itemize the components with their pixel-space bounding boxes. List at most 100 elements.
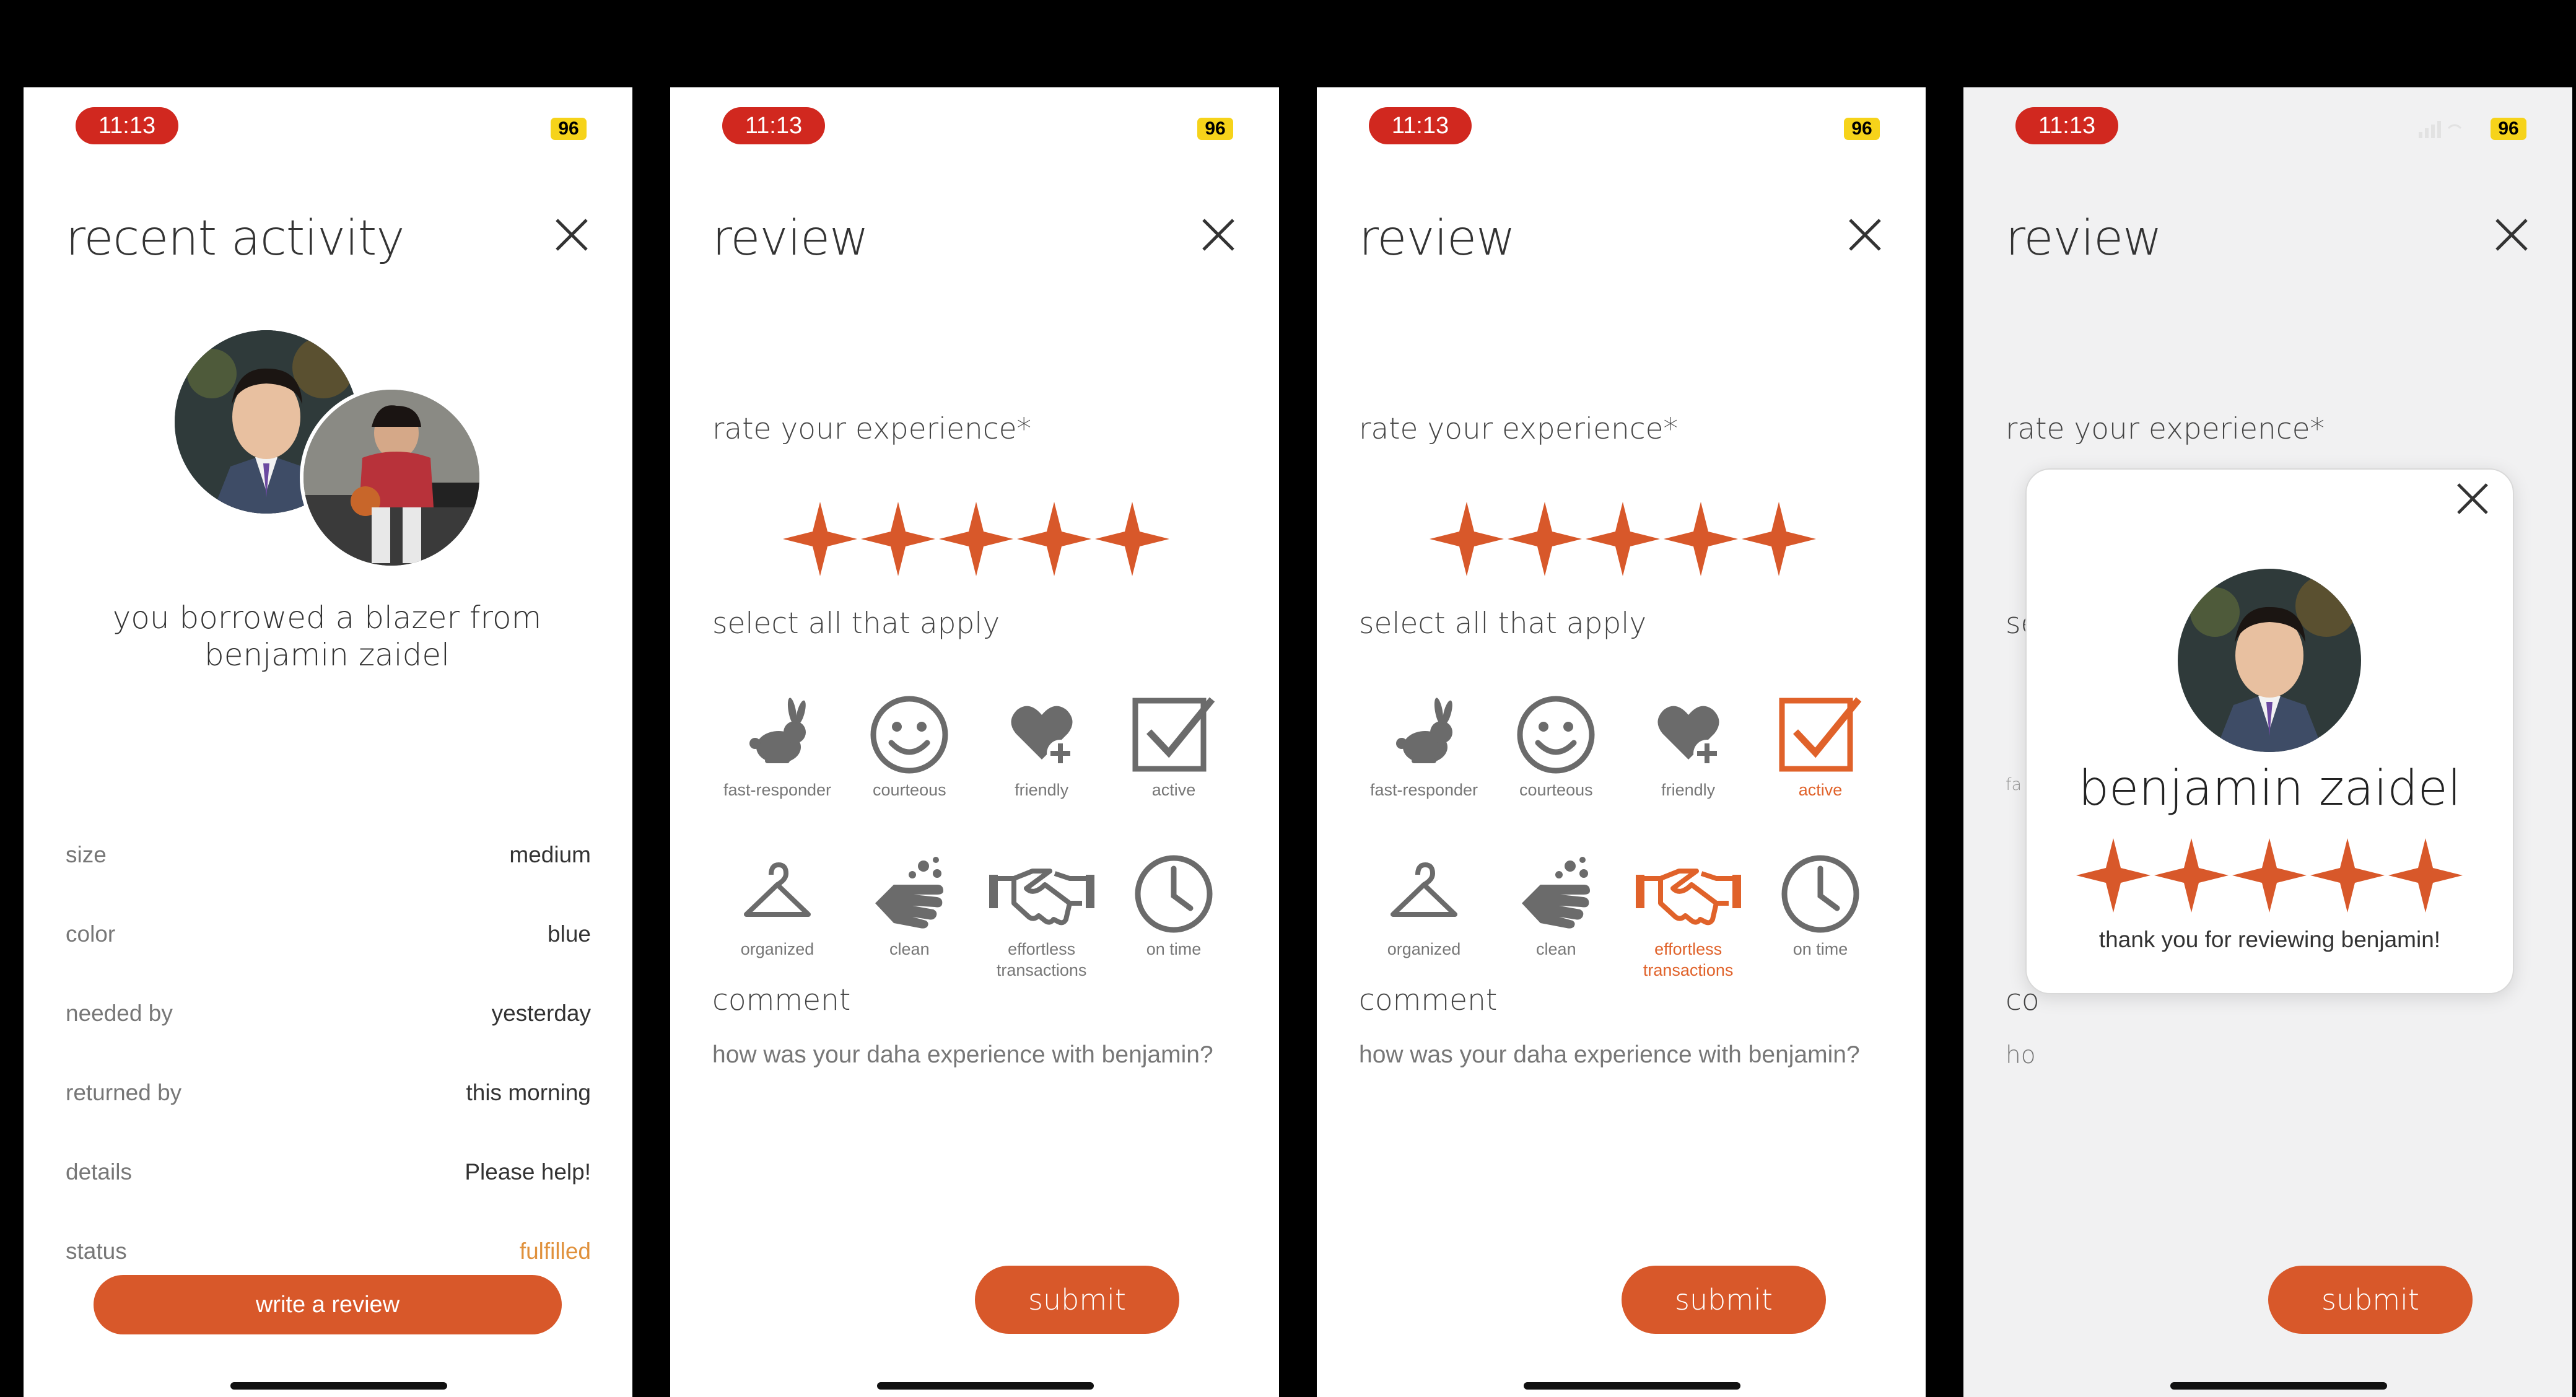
clock-icon: [1135, 855, 1213, 933]
tag-friendly[interactable]: friendly: [1623, 691, 1753, 800]
smile-icon: [870, 696, 948, 774]
home-indicator[interactable]: [877, 1382, 1094, 1390]
detail-value: this morning: [466, 1080, 591, 1105]
submit-button[interactable]: submit: [2268, 1266, 2473, 1334]
washing-hand-icon: [1522, 857, 1591, 929]
home-indicator[interactable]: [1524, 1382, 1740, 1390]
tags-row-1: fast-responder courteous friendly active: [712, 691, 1239, 800]
comment-input[interactable]: how was your daha experience with benjam…: [712, 1041, 1213, 1069]
status-time: 11:13: [76, 107, 178, 144]
battery-indicator: 96: [1844, 118, 1880, 140]
tag-label: clean: [889, 940, 930, 958]
detail-row-needed-by: needed by yesterday: [66, 1001, 591, 1027]
tag-label: on time: [1146, 940, 1202, 958]
heart-plus-icon: [1657, 706, 1721, 767]
star-icon: [1742, 502, 1816, 576]
status-badge: fulfilled: [519, 1238, 591, 1264]
star-icon: [2154, 838, 2229, 913]
page-title: review: [2006, 211, 2162, 266]
washing-hand-icon: [875, 857, 944, 929]
detail-value: yesterday: [491, 1001, 591, 1026]
detail-row-color: color blue: [66, 921, 591, 947]
close-icon[interactable]: [1201, 217, 1236, 252]
tag-organized[interactable]: organized: [1359, 851, 1489, 981]
tag-effortless-transactions[interactable]: effortless transactions: [977, 851, 1107, 981]
submit-button[interactable]: submit: [1622, 1266, 1826, 1334]
partial-label-ho: ho: [2006, 1041, 2036, 1069]
tag-label: organized: [1387, 940, 1461, 958]
select-label: select all that apply: [1359, 607, 1647, 641]
tag-label: effortless: [1654, 940, 1722, 958]
tags-row-2: organized clean effortless transactions o…: [712, 851, 1239, 981]
tag-fast-responder[interactable]: fast-responder: [1359, 691, 1489, 800]
detail-label: returned by: [66, 1080, 182, 1105]
close-icon[interactable]: [2494, 217, 2529, 252]
home-indicator[interactable]: [230, 1382, 447, 1390]
handshake-icon: [1635, 869, 1741, 926]
screen-recent-activity: 11:13 96 recent activity you borrowed a …: [24, 87, 632, 1397]
rate-label: rate your experience*: [1359, 412, 1679, 446]
partial-label-fa: fa: [2006, 775, 2022, 794]
tag-effortless-transactions-selected[interactable]: effortless transactions: [1623, 851, 1753, 981]
tags-row-1: fast-responder courteous friendly active: [1359, 691, 1885, 800]
status-time: 11:13: [2015, 107, 2118, 144]
tag-label: transactions: [996, 961, 1087, 979]
tag-on-time[interactable]: on time: [1755, 851, 1885, 981]
screen-review-confirmation: 11:13 96 review rate your experience* se…: [1963, 87, 2572, 1397]
star-icon: [2310, 838, 2385, 913]
battery-indicator: 96: [551, 118, 587, 140]
checkbox-icon: [1132, 697, 1215, 772]
heart-plus-icon: [1011, 706, 1074, 767]
star-icon: [2076, 838, 2150, 913]
detail-label: size: [66, 842, 107, 867]
reviewee-avatar: [2178, 569, 2361, 752]
home-indicator[interactable]: [2170, 1382, 2387, 1390]
detail-value: blue: [548, 921, 591, 947]
tag-friendly[interactable]: friendly: [977, 691, 1107, 800]
tag-courteous[interactable]: courteous: [1491, 691, 1621, 800]
page-title: review: [712, 211, 869, 266]
tag-fast-responder[interactable]: fast-responder: [712, 691, 842, 800]
tag-active[interactable]: active: [1109, 691, 1239, 800]
comment-input[interactable]: how was your daha experience with benjam…: [1359, 1041, 1860, 1069]
tag-label: courteous: [873, 781, 946, 799]
tag-active-selected[interactable]: active: [1755, 691, 1885, 800]
detail-label: needed by: [66, 1001, 173, 1026]
star-icon: [1664, 502, 1738, 576]
star-icon: [1095, 502, 1169, 576]
rabbit-icon: [1396, 698, 1452, 763]
star-rating[interactable]: [1428, 499, 1818, 582]
tags-row-2: organized clean effortless transactions o…: [1359, 851, 1885, 981]
submit-button[interactable]: submit: [975, 1266, 1179, 1334]
comment-label: comment: [712, 983, 851, 1017]
detail-value: Please help!: [465, 1159, 591, 1185]
screen-review-selected: 11:13 96 review rate your experience* se…: [1317, 87, 1926, 1397]
hanger-icon: [744, 862, 811, 917]
star-icon: [1586, 502, 1660, 576]
status-time: 11:13: [722, 107, 825, 144]
tag-courteous[interactable]: courteous: [844, 691, 974, 800]
review-confirmation-modal: benjamin zaidel thank you for reviewing …: [2025, 468, 2514, 994]
write-review-button[interactable]: write a review: [94, 1275, 562, 1334]
star-icon: [2232, 838, 2307, 913]
star-icon: [939, 502, 1013, 576]
borrower-avatar: [300, 386, 483, 569]
reviewee-name: benjamin zaidel: [2078, 761, 2461, 817]
detail-label: status: [66, 1238, 127, 1264]
star-rating[interactable]: [782, 499, 1172, 582]
tag-clean[interactable]: clean: [1491, 851, 1621, 981]
star-icon: [1508, 502, 1582, 576]
page-title: recent activity: [66, 211, 405, 266]
close-icon[interactable]: [2456, 482, 2489, 515]
tag-clean[interactable]: clean: [844, 851, 974, 981]
tag-label: on time: [1792, 940, 1848, 958]
tag-on-time[interactable]: on time: [1109, 851, 1239, 981]
detail-row-status: status fulfilled: [66, 1238, 591, 1264]
tag-organized[interactable]: organized: [712, 851, 842, 981]
close-icon[interactable]: [1848, 217, 1882, 252]
close-icon[interactable]: [554, 217, 589, 252]
rate-label: rate your experience*: [2006, 412, 2325, 446]
detail-row-details: details Please help!: [66, 1159, 591, 1185]
tag-label: friendly: [1661, 781, 1716, 799]
star-icon: [2388, 838, 2463, 913]
